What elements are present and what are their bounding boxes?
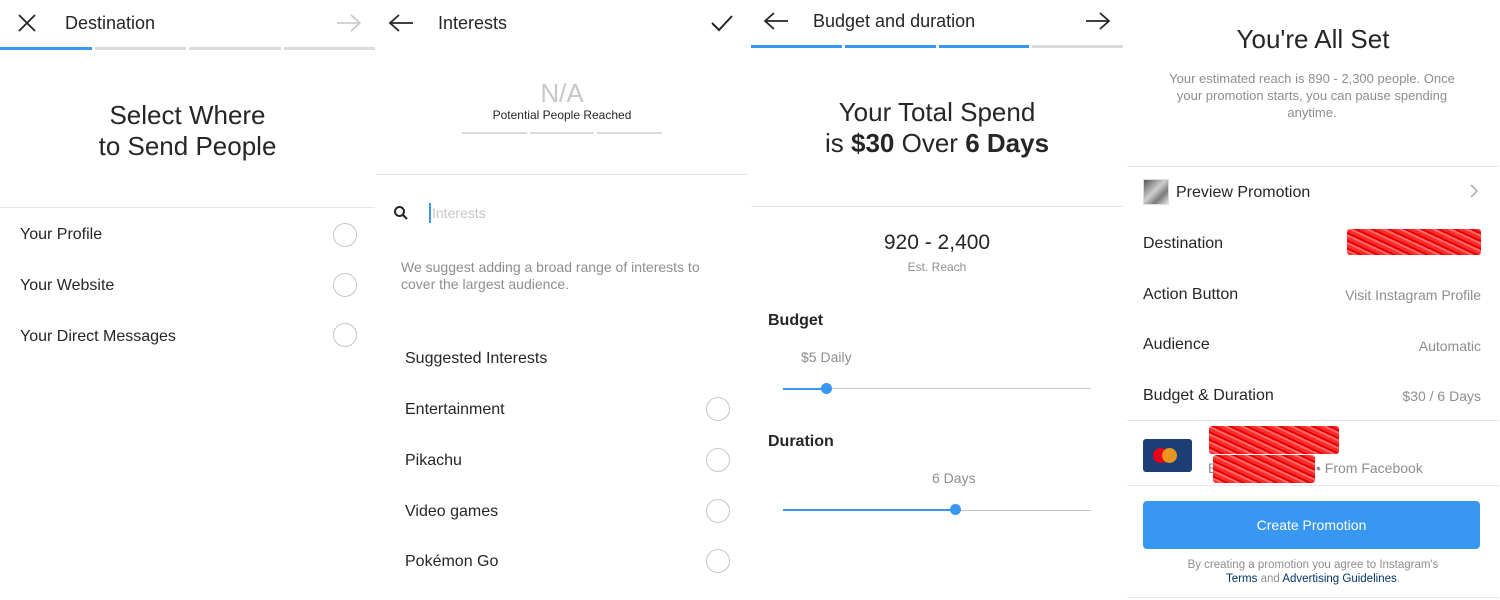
budget-duration-row-value: $30 / 6 Days: [1402, 388, 1481, 404]
budget-screen: Budget and duration Your Total Spend is …: [751, 0, 1123, 600]
arrow-right-icon[interactable]: [334, 8, 364, 38]
redacted-destination: [1347, 229, 1481, 255]
destination-screen: Destination Select Where to Send People …: [0, 0, 375, 600]
reach-label: Potential People Reached: [492, 108, 632, 122]
check-icon[interactable]: [707, 8, 737, 38]
suggested-interests-heading: Suggested Interests: [405, 350, 548, 367]
close-icon[interactable]: [12, 8, 42, 38]
estimated-reach-label: Est. Reach: [907, 260, 967, 274]
interests-screen: Interests N/A Potential People Reached #…: [376, 0, 748, 600]
divider: [376, 174, 748, 175]
interest-entertainment[interactable]: Entertainment: [405, 401, 505, 419]
radio-video-games[interactable]: [706, 499, 730, 523]
text-cursor: [429, 203, 431, 223]
interests-hint: We suggest adding a broad range of inter…: [401, 259, 700, 292]
budget-duration-row-label: Budget & Duration: [1143, 387, 1274, 404]
summary-screen: You're All Set Your estimated reach is 8…: [1127, 0, 1499, 600]
radio-your-profile[interactable]: [333, 223, 357, 247]
divider: [1127, 485, 1499, 486]
action-button-row-value: Visit Instagram Profile: [1345, 287, 1481, 303]
audience-row-value: Automatic: [1418, 338, 1481, 354]
page-title: You're All Set: [1236, 24, 1390, 54]
mastercard-icon: [1143, 439, 1192, 472]
estimated-reach-value: 920 - 2,400: [883, 231, 991, 254]
budget-value: $5 Daily: [801, 349, 852, 365]
duration-slider-handle[interactable]: [949, 504, 961, 515]
preview-promotion-label: Preview Promotion: [1176, 184, 1311, 201]
interests-search-input[interactable]: [432, 202, 722, 224]
search-icon: [393, 205, 409, 226]
header-title: Destination: [65, 13, 156, 33]
budget-slider-handle[interactable]: [820, 383, 832, 394]
interests-header: Interests: [376, 0, 748, 46]
legal-text: By creating a promotion you agree to Ins…: [1187, 559, 1439, 571]
reach-meter: [462, 132, 663, 134]
arrow-left-icon[interactable]: [386, 8, 416, 38]
reach-value: N/A: [540, 78, 584, 108]
radio-pikachu[interactable]: [706, 448, 730, 472]
legal-links: Terms and Advertising Guidelines.: [1226, 573, 1400, 585]
total-spend-heading: Your Total Spend is $30 Over 6 Days: [824, 97, 1050, 158]
audience-row-label: Audience: [1143, 336, 1210, 353]
budget-header: Budget and duration: [751, 0, 1123, 46]
interest-pokemon-go[interactable]: Pokémon Go: [405, 553, 498, 571]
duration-label: Duration: [768, 433, 834, 450]
step-progress: [751, 45, 1123, 48]
destination-header: Destination: [0, 0, 375, 46]
step-progress: [0, 47, 375, 50]
arrow-right-icon[interactable]: [1083, 6, 1113, 36]
page-heading: Select Where to Send People: [98, 100, 277, 161]
reach-summary: Your estimated reach is 890 - 2,300 peop…: [1169, 71, 1455, 120]
interest-pikachu[interactable]: Pikachu: [405, 452, 462, 470]
payment-source: • From Facebook: [1316, 460, 1423, 476]
radio-direct-messages[interactable]: [333, 323, 357, 347]
option-direct-messages[interactable]: Your Direct Messages: [20, 328, 176, 346]
radio-entertainment[interactable]: [706, 397, 730, 421]
post-thumbnail-icon: [1143, 179, 1169, 205]
header-title: Interests: [438, 13, 508, 33]
redacted-card-name: [1209, 426, 1339, 454]
terms-link[interactable]: Terms: [1226, 573, 1257, 585]
chevron-right-icon: [1469, 183, 1479, 204]
duration-value: 6 Days: [932, 470, 976, 486]
header-title: Budget and duration: [813, 11, 976, 31]
divider: [1127, 420, 1499, 421]
destination-row-label: Destination: [1143, 235, 1224, 252]
redacted-card-number: [1213, 455, 1315, 483]
option-your-website[interactable]: Your Website: [20, 277, 114, 295]
divider: [751, 206, 1123, 207]
divider: [1127, 166, 1499, 167]
radio-your-website[interactable]: [333, 273, 357, 297]
advertising-guidelines-link[interactable]: Advertising Guidelines: [1282, 573, 1396, 585]
arrow-left-icon[interactable]: [761, 6, 791, 36]
budget-label: Budget: [768, 312, 824, 329]
divider: [0, 207, 375, 208]
interest-video-games[interactable]: Video games: [405, 503, 498, 521]
create-promotion-button[interactable]: Create Promotion: [1143, 501, 1480, 549]
radio-pokemon-go[interactable]: [706, 549, 730, 573]
option-your-profile[interactable]: Your Profile: [20, 226, 102, 244]
divider: [1127, 597, 1499, 598]
action-button-row-label: Action Button: [1143, 286, 1239, 303]
